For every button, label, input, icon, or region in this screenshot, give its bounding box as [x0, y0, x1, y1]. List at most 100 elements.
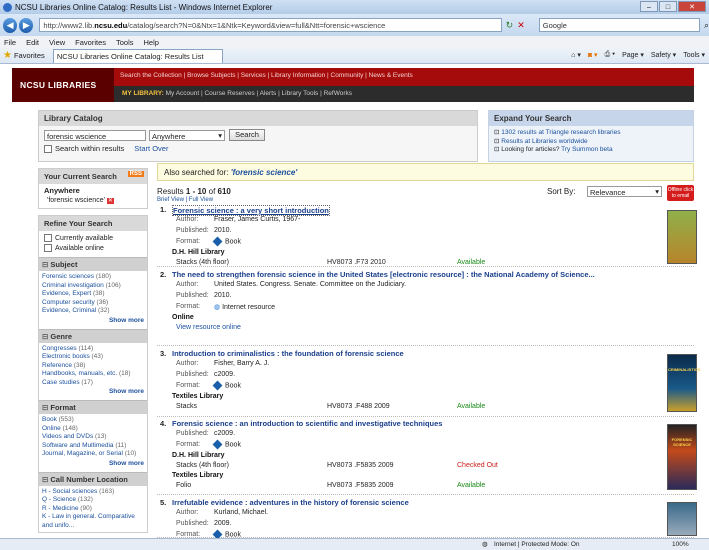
- facet-item[interactable]: K - Law in general. Comparative and unif…: [39, 513, 147, 530]
- facet-label[interactable]: Forensic sciences: [42, 273, 96, 280]
- facet-label[interactable]: Computer security: [42, 299, 97, 306]
- main-nav[interactable]: Search the Collection | Browse Subjects …: [120, 72, 413, 79]
- facet-item[interactable]: Forensic sciences (180): [39, 273, 147, 282]
- menu-favorites[interactable]: Favorites: [75, 38, 106, 47]
- facet-item[interactable]: Evidence, Criminal (32): [39, 307, 147, 316]
- facet-label[interactable]: Evidence, Expert: [42, 290, 93, 297]
- triangle-link[interactable]: 1302 results at Triangle research librar…: [501, 129, 620, 136]
- facet-label[interactable]: Handbooks, manuals, etc.: [42, 370, 119, 377]
- facet-item[interactable]: R - Medicine (90): [39, 505, 147, 514]
- facet-group-heading[interactable]: ⊟ Subject: [39, 257, 147, 271]
- stop-icon[interactable]: ✕: [517, 20, 525, 31]
- facet-label[interactable]: Reference: [42, 362, 74, 369]
- menu-help[interactable]: Help: [144, 38, 159, 47]
- expand-item[interactable]: ⊡ 1302 results at Triangle research libr…: [494, 129, 688, 138]
- facet-label[interactable]: Congresses: [42, 345, 79, 352]
- facet-label[interactable]: Q - Science: [42, 496, 78, 503]
- tools-menu[interactable]: Tools ▾: [683, 51, 705, 59]
- facet-item[interactable]: Book (553): [39, 416, 147, 425]
- view-toggle[interactable]: Brief View | Full View: [157, 197, 213, 203]
- book-cover-1[interactable]: [667, 210, 697, 264]
- summon-link[interactable]: Try Summon beta: [561, 146, 612, 153]
- facet-label[interactable]: Book: [42, 416, 59, 423]
- online-checkbox[interactable]: [44, 244, 52, 253]
- menu-view[interactable]: View: [49, 38, 65, 47]
- book-cover-3[interactable]: CRIMINALISTICS: [667, 354, 700, 412]
- facet-label[interactable]: Online: [42, 425, 63, 432]
- worldcat-link[interactable]: Results at Libraries worldwide: [501, 138, 587, 145]
- search-button[interactable]: Search: [229, 129, 265, 141]
- facet-item[interactable]: Computer security (36): [39, 299, 147, 308]
- result-title-link[interactable]: The need to strengthen forensic science …: [172, 270, 682, 279]
- facet-label[interactable]: R - Medicine: [42, 505, 80, 512]
- facet-item[interactable]: Reference (38): [39, 362, 147, 371]
- facet-item[interactable]: Electronic books (43): [39, 353, 147, 362]
- remove-term-icon[interactable]: ✕: [106, 198, 114, 204]
- facet-label[interactable]: K - Law in general. Comparative and unif…: [42, 513, 135, 529]
- result-title-link[interactable]: Introduction to criminalistics : the fou…: [172, 349, 682, 358]
- facet-group-heading[interactable]: ⊟ Genre: [39, 328, 147, 343]
- facet-item[interactable]: Handbooks, manuals, etc. (18): [39, 370, 147, 379]
- my-library-links[interactable]: My Account | Course Reserves | Alerts | …: [166, 90, 352, 97]
- facet-item[interactable]: Videos and DVDs (13): [39, 433, 147, 442]
- facet-item[interactable]: Journal, Magazine, or Serial (10): [39, 450, 147, 459]
- favorites-button[interactable]: Favorites: [14, 51, 45, 60]
- available-option[interactable]: Currently available: [44, 234, 142, 244]
- facet-label[interactable]: Electronic books: [42, 353, 92, 360]
- menu-file[interactable]: File: [4, 38, 16, 47]
- available-checkbox[interactable]: [44, 234, 52, 243]
- facet-item[interactable]: Online (148): [39, 425, 147, 434]
- browser-search-input[interactable]: Google: [538, 18, 700, 32]
- show-more-link[interactable]: Show more: [39, 316, 147, 327]
- facet-label[interactable]: Software and Multimedia: [42, 442, 115, 449]
- expand-item[interactable]: ⊡ Results at Libraries worldwide: [494, 138, 688, 147]
- facet-label[interactable]: H - Social sciences: [42, 488, 99, 495]
- facet-item[interactable]: Case studies (17): [39, 379, 147, 388]
- maximize-button[interactable]: □: [659, 1, 677, 12]
- security-zone[interactable]: Internet | Protected Mode: On: [494, 541, 580, 548]
- print-icon[interactable]: ⎙ ▾: [605, 51, 616, 59]
- facet-item[interactable]: Evidence, Expert (38): [39, 290, 147, 299]
- book-cover-4[interactable]: FORENSIC SCIENCE: [667, 424, 697, 490]
- site-logo[interactable]: NCSU LIBRARIES: [12, 68, 114, 102]
- minimize-button[interactable]: –: [640, 1, 658, 12]
- browser-tab[interactable]: NCSU Libraries Online Catalog: Results L…: [52, 48, 223, 63]
- rss-icon[interactable]: RSS: [127, 171, 144, 177]
- menu-tools[interactable]: Tools: [116, 38, 134, 47]
- facet-item[interactable]: H - Social sciences (163): [39, 488, 147, 497]
- show-more-link[interactable]: Show more: [39, 459, 147, 470]
- result-title-link[interactable]: Forensic science : an introduction to sc…: [172, 419, 682, 428]
- email-button[interactable]: Offline click to email: [667, 185, 694, 201]
- facet-item[interactable]: Congresses (114): [39, 345, 147, 354]
- facet-label[interactable]: Journal, Magazine, or Serial: [42, 450, 125, 457]
- home-icon[interactable]: ⌂ ▾: [571, 51, 581, 59]
- refresh-icon[interactable]: ↻: [506, 20, 514, 31]
- search-icon[interactable]: ⌕: [704, 20, 709, 31]
- result-title-link[interactable]: Irrefutable evidence : adventures in the…: [172, 498, 682, 507]
- scope-select[interactable]: Anywhere ▾: [149, 130, 225, 141]
- facet-label[interactable]: Evidence, Criminal: [42, 307, 98, 314]
- facet-label[interactable]: Criminal investigation: [42, 282, 106, 289]
- start-over-link[interactable]: Start Over: [134, 144, 168, 153]
- forward-button[interactable]: ▶: [19, 17, 34, 33]
- sort-select[interactable]: Relevance ▾: [587, 186, 662, 197]
- zoom-level[interactable]: 100%: [672, 541, 689, 548]
- online-option[interactable]: Available online: [44, 244, 142, 254]
- facet-group-heading[interactable]: ⊟ Format: [39, 400, 147, 414]
- catalog-query-input[interactable]: forensic wscience: [44, 130, 146, 141]
- close-button[interactable]: ✕: [678, 1, 706, 12]
- facet-item[interactable]: Q - Science (132): [39, 496, 147, 505]
- book-cover-5[interactable]: [667, 502, 697, 536]
- show-more-link[interactable]: Show more: [39, 387, 147, 398]
- menu-edit[interactable]: Edit: [26, 38, 39, 47]
- feeds-icon[interactable]: ◙ ▾: [588, 51, 598, 59]
- search-within-checkbox[interactable]: [44, 145, 52, 154]
- page-menu[interactable]: Page ▾: [622, 51, 644, 59]
- facet-item[interactable]: Criminal investigation (106): [39, 282, 147, 291]
- facet-label[interactable]: Videos and DVDs: [42, 433, 95, 440]
- also-term-link[interactable]: 'forensic science': [231, 168, 298, 177]
- safety-menu[interactable]: Safety ▾: [651, 51, 676, 59]
- facet-item[interactable]: Software and Multimedia (11): [39, 442, 147, 451]
- view-online-link[interactable]: View resource online: [176, 324, 241, 331]
- facet-group-heading[interactable]: ⊟ Call Number Location: [39, 471, 147, 486]
